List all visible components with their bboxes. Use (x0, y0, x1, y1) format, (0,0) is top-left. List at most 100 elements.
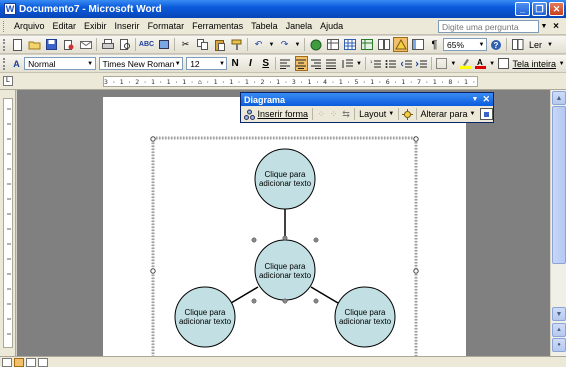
chevron-down-icon[interactable]: ▼ (477, 39, 486, 50)
chevron-down-icon[interactable]: ▼ (450, 56, 456, 71)
menu-ajuda[interactable]: Ajuda (316, 21, 347, 31)
close-icon[interactable]: ✕ (482, 94, 490, 105)
open-folder-icon[interactable] (27, 37, 42, 52)
save-icon[interactable] (44, 37, 59, 52)
show-hide-paragraph-icon[interactable]: ¶ (427, 37, 442, 52)
copy-icon[interactable] (195, 37, 210, 52)
document-map-icon[interactable] (410, 37, 425, 52)
help-question-input[interactable]: Digite uma pergunta (438, 19, 539, 33)
borders-icon[interactable] (435, 56, 448, 71)
change-to-menu-button[interactable]: Alterar para ▼ (419, 109, 478, 119)
normal-view-icon[interactable] (2, 357, 12, 367)
horizontal-ruler[interactable]: L 3 · 1 · 2 · 1 · 1 · 1 · ⌂ · 1 · 1 · 1 … (0, 73, 566, 90)
outline-view-icon[interactable] (26, 357, 36, 367)
insert-shape-button[interactable]: Inserir forma (255, 109, 310, 119)
menu-inserir[interactable]: Inserir (111, 21, 144, 31)
columns-icon[interactable] (376, 37, 391, 52)
read-mode-icon[interactable] (510, 37, 525, 52)
chevron-down-icon[interactable]: ▼ (173, 58, 182, 69)
bullets-icon[interactable] (384, 56, 397, 71)
menu-tabela[interactable]: Tabela (247, 21, 282, 31)
format-painter-icon[interactable] (229, 37, 244, 52)
permission-icon[interactable] (61, 37, 76, 52)
italic-button[interactable]: I (244, 56, 257, 71)
insert-shape-icon[interactable] (243, 108, 255, 120)
print-layout-view-icon[interactable] (14, 357, 24, 367)
scroll-thumb[interactable] (552, 106, 566, 264)
drawing-icon[interactable] (393, 37, 408, 52)
menu-exibir[interactable]: Exibir (80, 21, 111, 31)
tables-borders-icon[interactable] (325, 37, 340, 52)
decrease-indent-icon[interactable] (400, 56, 413, 71)
underline-button[interactable]: S (259, 56, 272, 71)
move-shape-backward-icon[interactable]: ⁘ (315, 108, 327, 120)
bold-button[interactable]: N (228, 56, 241, 71)
resize-handle[interactable] (413, 136, 419, 142)
node-selection-handle[interactable] (313, 298, 319, 304)
paste-icon[interactable] (212, 37, 227, 52)
spelling-icon[interactable]: ABC (139, 37, 154, 52)
chevron-down-icon[interactable]: ▼ (539, 23, 549, 30)
read-mode-button[interactable]: Ler (526, 40, 545, 50)
toolbar-options-icon[interactable]: ▼ (558, 56, 565, 71)
toolbar-grip[interactable] (3, 57, 6, 70)
autoformat-icon[interactable] (401, 108, 413, 120)
email-icon[interactable] (78, 37, 93, 52)
toolbar-grip[interactable] (3, 38, 6, 51)
node-selection-handle[interactable] (251, 298, 257, 304)
justify-icon[interactable] (325, 56, 338, 71)
new-document-icon[interactable] (10, 37, 25, 52)
increase-indent-icon[interactable] (415, 56, 428, 71)
menu-ferramentas[interactable]: Ferramentas (188, 21, 247, 31)
select-browse-object-icon[interactable]: ● (552, 338, 566, 352)
minimize-button[interactable]: _ (515, 2, 530, 16)
print-preview-icon[interactable] (117, 37, 132, 52)
tab-selector-icon[interactable]: L (3, 76, 13, 86)
chevron-down-icon[interactable]: ▼ (268, 37, 275, 52)
print-icon[interactable] (100, 37, 115, 52)
insert-excel-icon[interactable] (359, 37, 374, 52)
document-close-button[interactable]: × (549, 21, 563, 32)
align-right-icon[interactable] (310, 56, 323, 71)
reverse-diagram-icon[interactable]: ⇆ (340, 108, 352, 120)
word-app-icon[interactable]: W (4, 3, 16, 15)
chevron-down-icon[interactable]: ▼ (86, 58, 95, 69)
chevron-down-icon[interactable]: ▼ (356, 56, 362, 71)
text-wrapping-icon[interactable] (480, 108, 493, 120)
vertical-scrollbar[interactable]: ▲ ▼ ▲ ● (550, 90, 566, 356)
numbering-icon[interactable]: 1 (369, 56, 382, 71)
previous-page-icon[interactable]: ▲ (552, 323, 566, 337)
reading-view-icon[interactable] (38, 357, 48, 367)
font-color-icon[interactable]: A (474, 56, 487, 71)
insert-table-icon[interactable] (342, 37, 357, 52)
align-center-icon[interactable] (294, 56, 308, 71)
resize-handle[interactable] (150, 136, 156, 142)
move-shape-forward-icon[interactable]: ⁘ (327, 108, 339, 120)
close-button[interactable]: ✕ (549, 2, 564, 16)
vertical-ruler[interactable] (0, 90, 16, 356)
node-selection-handle[interactable] (282, 298, 288, 304)
menu-formatar[interactable]: Formatar (144, 21, 189, 31)
fullscreen-icon[interactable] (497, 56, 510, 71)
node-selection-handle[interactable] (282, 235, 288, 241)
node-selection-handle[interactable] (313, 237, 319, 243)
align-left-icon[interactable] (279, 56, 292, 71)
scroll-up-icon[interactable]: ▲ (552, 91, 566, 105)
style-select[interactable]: Normal ▼ (24, 57, 96, 70)
cut-icon[interactable]: ✂ (178, 37, 193, 52)
line-spacing-icon[interactable] (341, 56, 354, 71)
layout-menu-button[interactable]: Layout ▼ (357, 109, 396, 119)
zoom-select[interactable]: 65% ▼ (443, 38, 487, 51)
diagram-toolbar-titlebar[interactable]: Diagrama ▼ ✕ (241, 93, 493, 106)
resize-handle[interactable] (413, 268, 419, 274)
menu-arquivo[interactable]: Arquivo (10, 21, 49, 31)
maximize-button[interactable]: ❐ (532, 2, 547, 16)
hyperlink-icon[interactable] (308, 37, 323, 52)
font-select[interactable]: Times New Roman ▼ (98, 57, 184, 70)
toolbar-options-icon[interactable]: ▼ (472, 96, 479, 103)
diagram-canvas[interactable]: Clique para adicionar texto Clique para … (17, 90, 550, 356)
chevron-down-icon[interactable]: ▼ (217, 58, 226, 69)
chevron-down-icon[interactable]: ▼ (489, 56, 495, 71)
research-icon[interactable] (156, 37, 171, 52)
node-selection-handle[interactable] (251, 237, 257, 243)
